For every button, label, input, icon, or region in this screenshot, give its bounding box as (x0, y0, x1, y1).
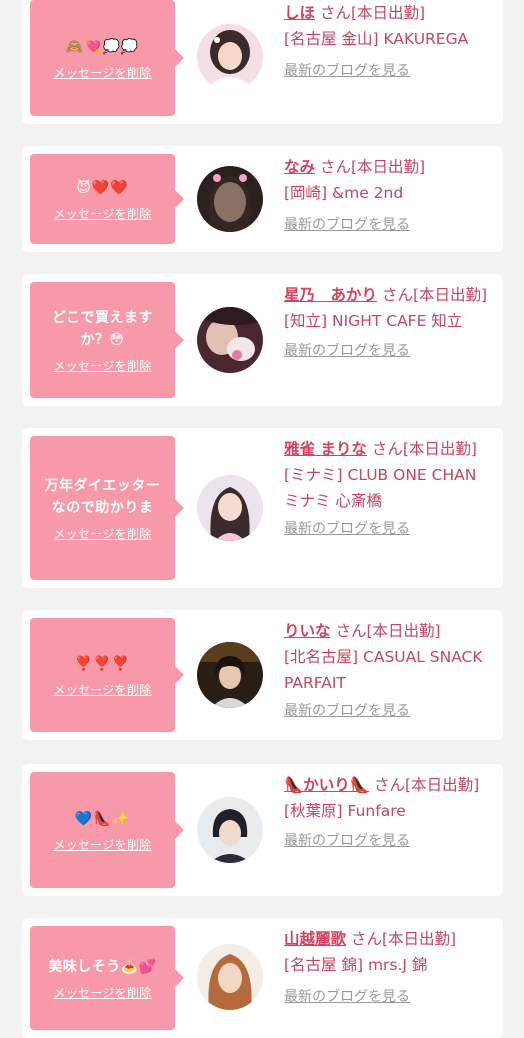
message-text: 😈❤️❤️ (76, 179, 129, 196)
delete-message-link[interactable]: メッセージを削除 (53, 205, 151, 222)
cast-name-link[interactable]: なみ (284, 158, 315, 176)
message-card: 💙👠✨ メッセージを削除 👠かいり👠 さん[本日出勤] [秋葉原] Funfar… (22, 764, 503, 896)
message-bubble: どこで買えますか？😳 メッセージを削除 (30, 282, 184, 398)
avatar[interactable] (197, 166, 263, 232)
cast-info: 👠かいり👠 さん[本日出勤] [秋葉原] Funfare 最新のブログを見る (284, 772, 494, 854)
shop-name: [名古屋 錦] mrs.J 錦 (284, 956, 428, 974)
message-card: ❣️❣️❣️ メッセージを削除 りいな さん[本日出勤] [北名古屋] CASU… (22, 610, 503, 740)
blog-link[interactable]: 最新のブログを見る (284, 516, 410, 542)
cast-name-link[interactable]: 星乃 あかり (284, 286, 377, 304)
cast-name-link[interactable]: 山越麗歌 (284, 930, 346, 948)
delete-message-link[interactable]: メッセージを削除 (53, 984, 151, 1001)
message-bubble: 😈❤️❤️ メッセージを削除 (30, 154, 184, 244)
blog-link[interactable]: 最新のブログを見る (284, 698, 410, 724)
message-text: ❣️❣️❣️ (74, 655, 131, 672)
message-card: 😈❤️❤️ メッセージを削除 なみ さん[本日出勤] [岡崎] &me 2nd … (22, 146, 503, 252)
cast-info: 雅雀 まりな さん[本日出勤] [ミナミ] CLUB ONE CHAN ミナミ … (284, 436, 494, 542)
cast-info: 山越麗歌 さん[本日出勤] [名古屋 錦] mrs.J 錦 最新のブログを見る (284, 926, 494, 1010)
shop-name: [ミナミ] CLUB ONE CHAN ミナミ 心斎橋 (284, 466, 477, 510)
message-bubble: ❣️❣️❣️ メッセージを削除 (30, 618, 184, 732)
avatar[interactable] (197, 797, 263, 863)
message-text: どこで買えますか？😳 (51, 309, 154, 348)
avatar[interactable] (197, 944, 263, 1010)
cast-name-link[interactable]: 👠かいり👠 (284, 776, 369, 794)
shop-name: [北名古屋] CASUAL SNACK PARFAIT (284, 648, 483, 692)
message-bubble: 💙👠✨ メッセージを削除 (30, 772, 184, 888)
blog-link[interactable]: 最新のブログを見る (284, 58, 410, 84)
message-text: 🙈💘💭💭 (65, 38, 140, 55)
delete-message-link[interactable]: メッセージを削除 (53, 357, 151, 374)
message-bubble: 美味しそう🍝💕 メッセージを削除 (30, 926, 184, 1030)
message-bubble: 万年ダイエッターなので助かりま メッセージを削除 (30, 436, 184, 580)
delete-message-link[interactable]: メッセージを削除 (53, 525, 151, 542)
shop-name: [秋葉原] Funfare (284, 802, 406, 820)
cast-info: りいな さん[本日出勤] [北名古屋] CASUAL SNACK PARFAIT… (284, 618, 494, 724)
cast-info: 星乃 あかり さん[本日出勤] [知立] NIGHT CAFE 知立 最新のブロ… (284, 282, 494, 364)
cast-info: しほ さん[本日出勤] [名古屋 金山] KAKUREGA 最新のブログを見る (284, 0, 494, 84)
blog-link[interactable]: 最新のブログを見る (284, 338, 410, 364)
shop-name: [知立] NIGHT CAFE 知立 (284, 312, 463, 330)
cast-name-link[interactable]: 雅雀 まりな (284, 440, 367, 458)
message-text: 💙👠✨ (74, 810, 131, 827)
message-bubble: 🙈💘💭💭 メッセージを削除 (30, 0, 184, 116)
blog-link[interactable]: 最新のブログを見る (284, 828, 410, 854)
avatar[interactable] (197, 307, 263, 373)
cast-name-link[interactable]: しほ (284, 4, 315, 22)
message-card: どこで買えますか？😳 メッセージを削除 星乃 あかり さん[本日出勤] [知立]… (22, 274, 503, 406)
cast-status: さん[本日出勤] (369, 776, 480, 794)
cast-status: さん[本日出勤] (346, 930, 457, 948)
avatar[interactable] (197, 475, 263, 541)
cast-info: なみ さん[本日出勤] [岡崎] &me 2nd 最新のブログを見る (284, 154, 494, 238)
cast-status: さん[本日出勤] (366, 440, 477, 458)
blog-link[interactable]: 最新のブログを見る (284, 212, 410, 238)
avatar[interactable] (197, 642, 263, 708)
cast-status: さん[本日出勤] (315, 158, 426, 176)
avatar[interactable] (197, 24, 263, 90)
message-card: 🙈💘💭💭 メッセージを削除 しほ さん[本日出勤] [名古屋 金山] KAKUR… (22, 0, 503, 124)
message-card: 万年ダイエッターなので助かりま メッセージを削除 雅雀 まりな さん[本日出勤]… (22, 428, 503, 588)
message-text: 万年ダイエッターなので助かりま (44, 477, 161, 516)
cast-status: さん[本日出勤] (330, 622, 441, 640)
shop-name: [名古屋 金山] KAKUREGA (284, 30, 469, 48)
shop-name: [岡崎] &me 2nd (284, 184, 404, 202)
delete-message-link[interactable]: メッセージを削除 (53, 681, 151, 698)
cast-name-link[interactable]: りいな (284, 622, 331, 640)
message-text: 美味しそう🍝💕 (48, 958, 157, 975)
blog-link[interactable]: 最新のブログを見る (284, 984, 410, 1010)
cast-status: さん[本日出勤] (315, 4, 426, 22)
delete-message-link[interactable]: メッセージを削除 (53, 64, 151, 81)
cast-status: さん[本日出勤] (377, 286, 488, 304)
message-card: 美味しそう🍝💕 メッセージを削除 山越麗歌 さん[本日出勤] [名古屋 錦] m… (22, 918, 503, 1038)
delete-message-link[interactable]: メッセージを削除 (53, 836, 151, 853)
